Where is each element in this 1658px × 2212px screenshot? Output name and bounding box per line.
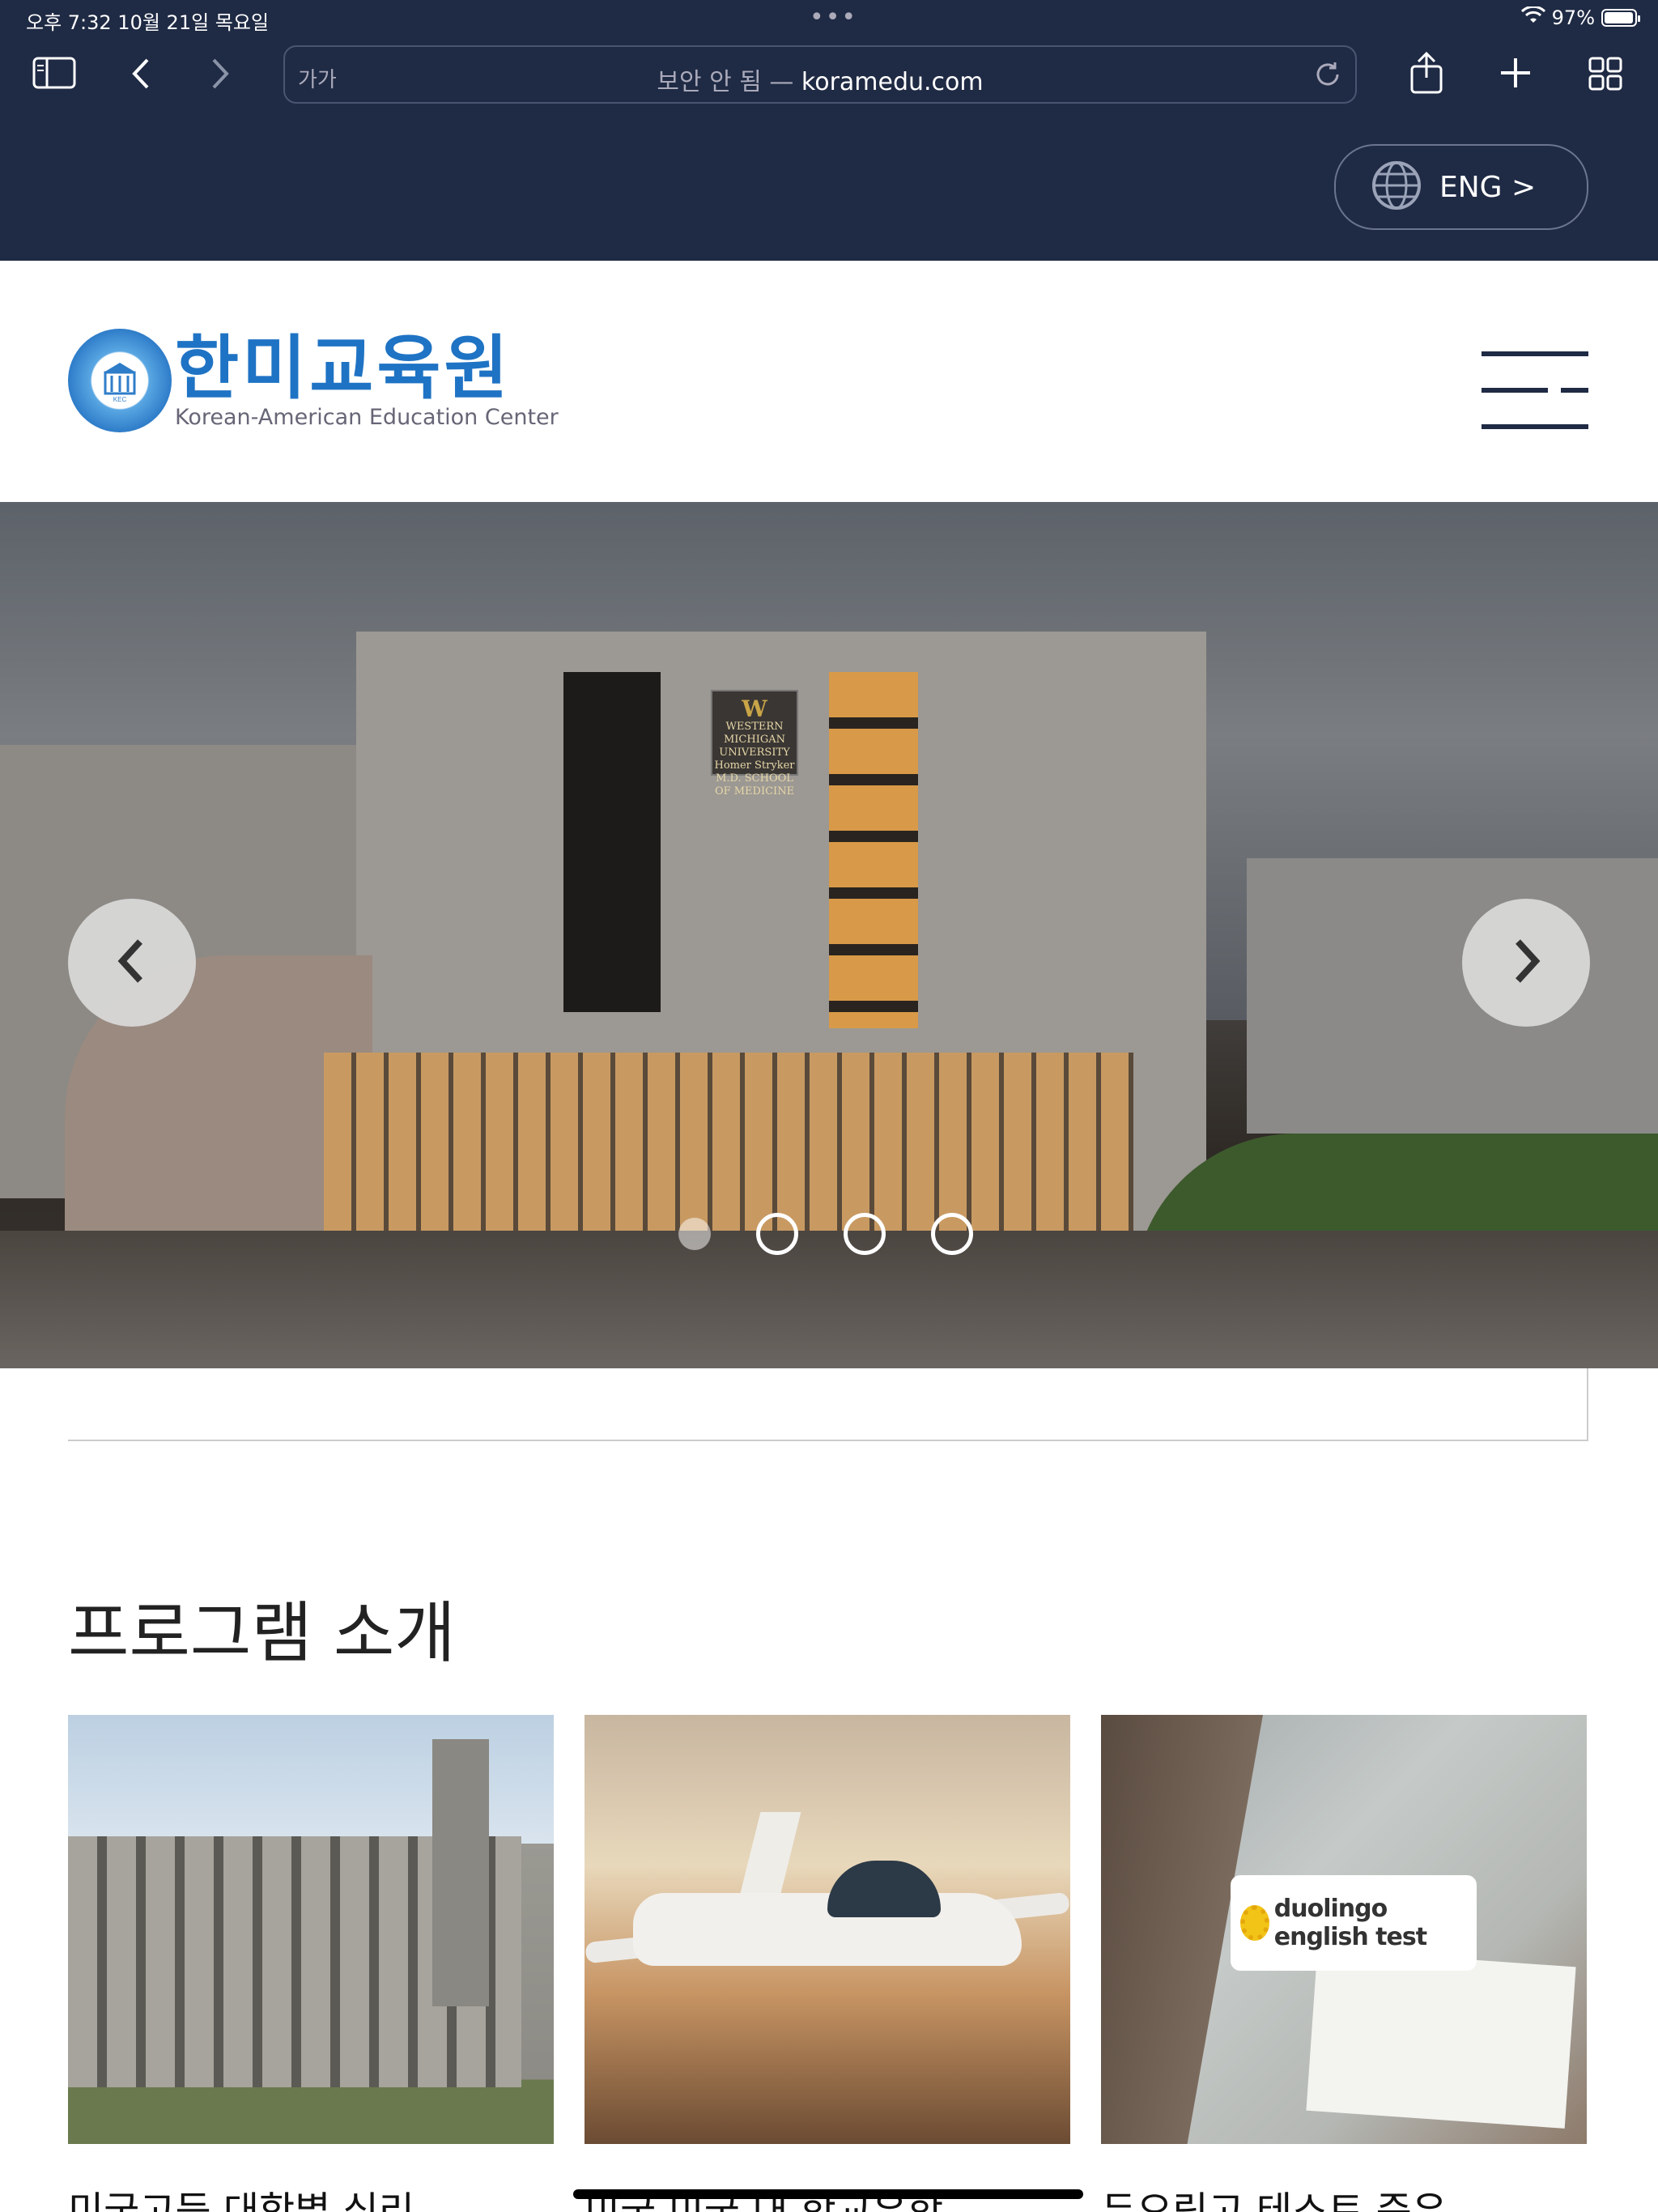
- home-indicator[interactable]: [573, 2189, 1083, 2199]
- browser-chrome: 오후 7:32 10월 21일 목요일 ••• 97% 가가 보안 안 됨 — …: [0, 0, 1658, 261]
- slide-building-dark-band: [563, 672, 661, 1012]
- logo-text: 한미교육원 Korean-American Education Center: [175, 332, 559, 430]
- reload-icon[interactable]: [1313, 60, 1342, 92]
- airplane-canopy: [827, 1861, 941, 1917]
- back-icon[interactable]: [130, 57, 152, 91]
- hamburger-line: [1482, 388, 1548, 393]
- program-card-university[interactable]: [68, 1715, 554, 2144]
- slider-dot[interactable]: [844, 1213, 886, 1255]
- slider-bottom-frame: [68, 1368, 1588, 1441]
- slide-building-windows: [829, 672, 918, 1028]
- duolingo-badge-text: duolingo english test: [1273, 1895, 1427, 1951]
- url-domain: koramedu.com: [801, 68, 984, 96]
- slider-pagination: [678, 1213, 973, 1255]
- slider-dot[interactable]: [931, 1213, 973, 1255]
- multitasking-dots[interactable]: •••: [810, 3, 857, 32]
- new-tab-icon[interactable]: [1499, 57, 1532, 89]
- chevron-left-icon: [116, 937, 148, 989]
- status-time-date: 오후 7:32 10월 21일 목요일: [26, 11, 270, 34]
- logo-title-english: Korean-American Education Center: [175, 404, 559, 430]
- logo-title-korean: 한미교육원: [175, 327, 512, 409]
- battery-level: [1605, 12, 1633, 23]
- chevron-right-icon: [1510, 937, 1542, 989]
- duolingo-badge: duolingo english test: [1231, 1875, 1477, 1971]
- hamburger-line: [1482, 424, 1588, 429]
- address-bar[interactable]: 가가 보안 안 됨 — koramedu.com: [283, 45, 1357, 104]
- language-switch-button[interactable]: ENG >: [1334, 144, 1588, 230]
- status-right: 97%: [1520, 5, 1640, 29]
- globe-icon: [1370, 159, 1423, 215]
- hamburger-line: [1482, 351, 1588, 356]
- program-caption-university[interactable]: 미국고등 대학별 심리: [68, 2186, 554, 2212]
- slider-prev-button[interactable]: [68, 899, 196, 1027]
- slider-next-button[interactable]: [1462, 899, 1590, 1027]
- forward-icon[interactable]: [209, 57, 232, 91]
- program-cards: duolingo english test: [68, 1715, 1587, 2144]
- program-card-aviation[interactable]: [585, 1715, 1070, 2144]
- slider-dot[interactable]: [678, 1218, 711, 1250]
- program-caption-duolingo[interactable]: 듀오링고 테스트 준유: [1101, 2186, 1587, 2212]
- tabs-overview-icon[interactable]: [1588, 57, 1622, 91]
- building-sign-text: WESTERN MICHIGAN UNIVERSITY Homer Stryke…: [714, 721, 795, 798]
- duolingo-logo-icon: [1240, 1905, 1269, 1941]
- university-tower-image: [432, 1739, 489, 2006]
- sidebar-icon[interactable]: [32, 57, 76, 89]
- battery-percent: 97%: [1551, 6, 1595, 29]
- hamburger-icon[interactable]: [1482, 351, 1588, 429]
- programs-section-title: 프로그램 소개: [68, 1595, 456, 1672]
- site-header: KEC 한미교육원 Korean-American Education Cent…: [0, 261, 1658, 502]
- slide-building-right: [1247, 858, 1658, 1134]
- building-sign: W WESTERN MICHIGAN UNIVERSITY Homer Stry…: [711, 690, 798, 798]
- hamburger-line: [1561, 388, 1588, 393]
- building-sign-w: W: [742, 696, 767, 722]
- hero-slider[interactable]: W WESTERN MICHIGAN UNIVERSITY Homer Stry…: [0, 502, 1658, 1368]
- program-card-duolingo[interactable]: duolingo english test: [1101, 1715, 1587, 2144]
- battery-icon: [1601, 9, 1640, 27]
- logo-emblem: KEC: [68, 329, 172, 432]
- url-security-label: 보안 안 됨 —: [657, 68, 801, 96]
- language-label: ENG >: [1439, 170, 1537, 204]
- url-display[interactable]: 보안 안 됨 — koramedu.com: [285, 62, 1355, 97]
- site-logo[interactable]: KEC 한미교육원 Korean-American Education Cent…: [68, 329, 559, 432]
- slider-dot[interactable]: [756, 1213, 798, 1255]
- wifi-icon: [1520, 5, 1545, 29]
- paper-image: [1306, 1949, 1576, 2129]
- share-icon[interactable]: [1409, 50, 1444, 96]
- logo-badge: KEC: [113, 396, 127, 403]
